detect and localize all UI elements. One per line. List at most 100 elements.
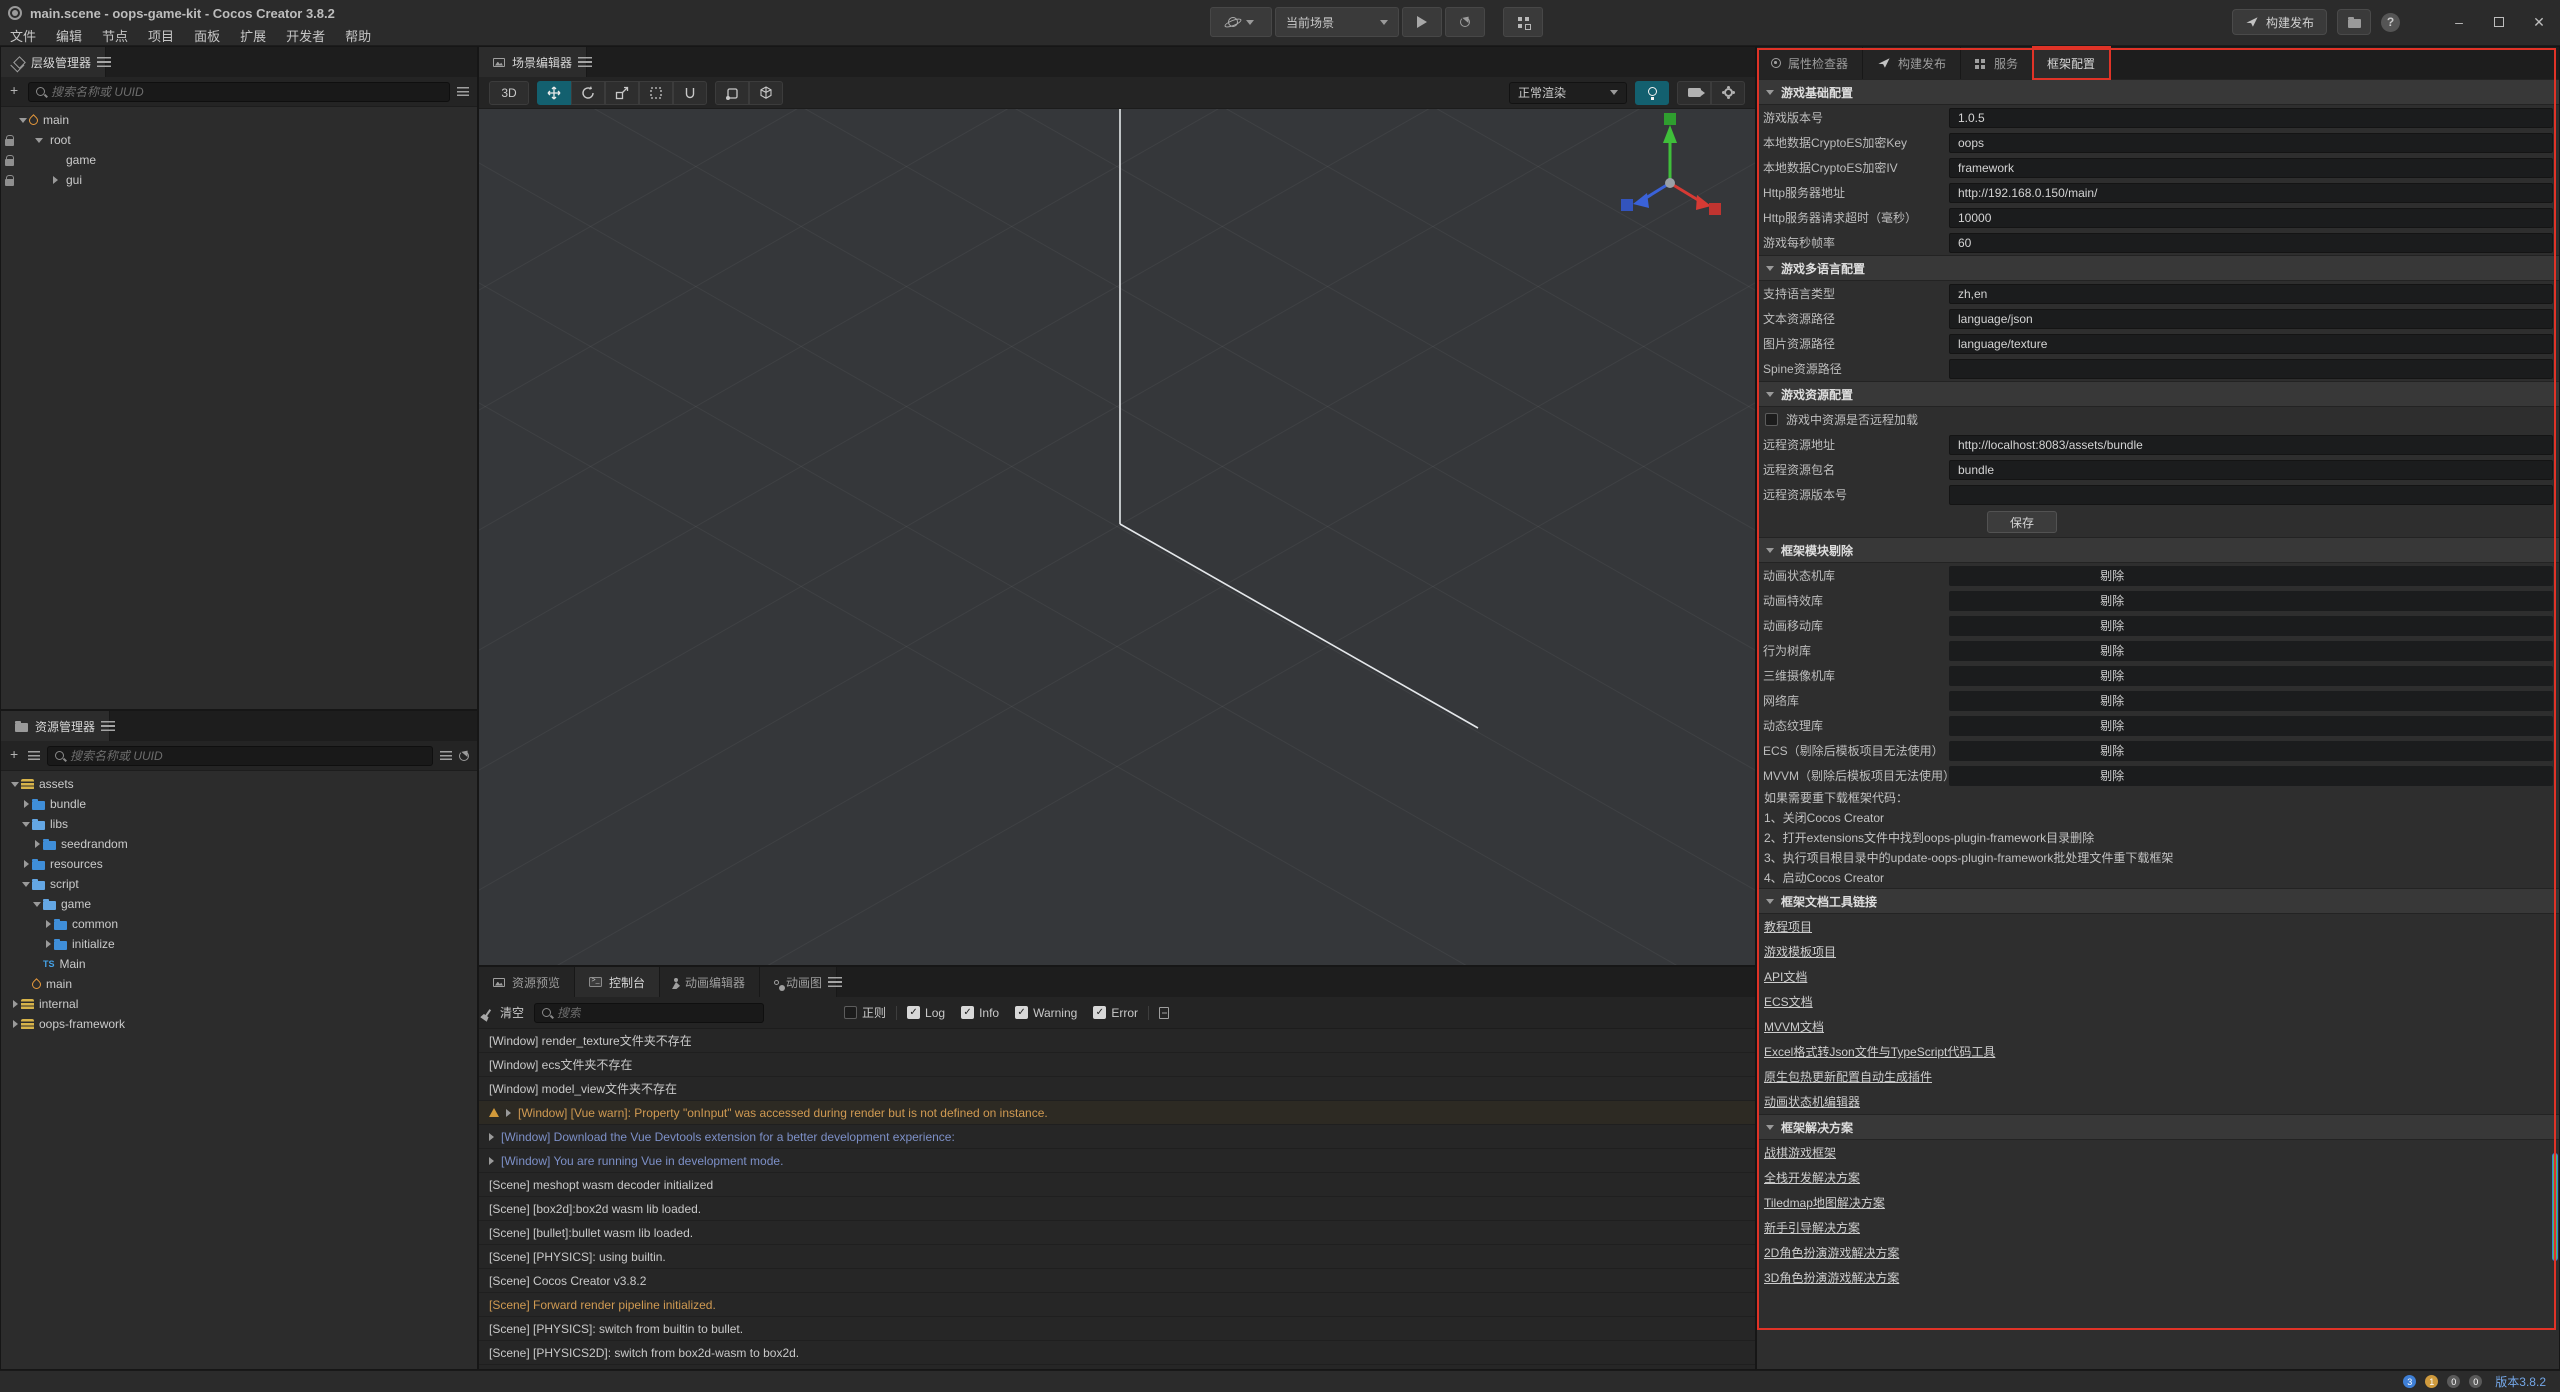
tab-scene-editor[interactable]: 场景编辑器 — [479, 47, 587, 77]
rect-tool-button[interactable] — [639, 81, 673, 105]
filter-error[interactable]: ✓Error — [1093, 1006, 1138, 1020]
chevron-right-icon[interactable] — [489, 1157, 494, 1165]
filter-log[interactable]: ✓Log — [907, 1006, 945, 1020]
remove-button[interactable]: 剔除 — [2100, 666, 2124, 686]
status-badge[interactable]: 1 — [2425, 1375, 2438, 1388]
chevron-down-icon[interactable] — [1766, 899, 1774, 904]
status-badge[interactable]: 3 — [2403, 1375, 2416, 1388]
doc-link[interactable]: 战棋游戏框架 — [1764, 1144, 1836, 1161]
tab-hierarchy[interactable]: 层级管理器 — [1, 47, 106, 77]
refresh-icon[interactable] — [459, 751, 469, 761]
toggle-3d-button[interactable]: 3D — [489, 81, 529, 105]
asset-item[interactable]: oops-framework — [1, 1014, 477, 1034]
chevron-right-icon[interactable] — [46, 920, 51, 928]
chevron-right-icon[interactable] — [13, 1020, 18, 1028]
add-node-button[interactable] — [9, 86, 21, 98]
maximize-button[interactable] — [2484, 9, 2514, 35]
chevron-right-icon[interactable] — [24, 860, 29, 868]
chevron-right-icon[interactable] — [46, 940, 51, 948]
chevron-right-icon[interactable] — [35, 840, 40, 848]
chevron-down-icon[interactable] — [33, 902, 41, 907]
scale-tool-button[interactable] — [605, 81, 639, 105]
log-row[interactable]: [Scene] [PHYSICS2D]: switch from box2d-w… — [479, 1341, 1755, 1365]
section-header[interactable]: 游戏多语言配置 — [1757, 255, 2559, 281]
assets-search-input[interactable]: 搜索名称或 UUID — [47, 746, 433, 766]
expander[interactable] — [20, 882, 32, 887]
doc-link[interactable]: ECS文档 — [1764, 993, 1813, 1010]
panel-menu-icon[interactable] — [101, 721, 115, 731]
remote-load-checkbox[interactable] — [1765, 413, 1778, 426]
field-input[interactable]: language/json — [1949, 309, 2553, 329]
log-row[interactable]: [Window] You are running Vue in developm… — [479, 1149, 1755, 1173]
doc-link[interactable]: 2D角色扮演游戏解决方案 — [1764, 1244, 1899, 1261]
log-row[interactable]: [Scene] [PHYSICS]: using builtin. — [479, 1245, 1755, 1269]
expander[interactable] — [20, 822, 32, 827]
menu-item[interactable]: 开发者 — [276, 26, 335, 45]
remove-button[interactable]: 剔除 — [2100, 691, 2124, 711]
doc-link[interactable]: MVVM文档 — [1764, 1018, 1824, 1035]
chevron-down-icon[interactable] — [1766, 392, 1774, 397]
remove-button[interactable]: 剔除 — [2100, 641, 2124, 661]
asset-item[interactable]: game — [1, 894, 477, 914]
hierarchy-search-input[interactable]: 搜索名称或 UUID — [28, 82, 450, 102]
expander[interactable] — [17, 118, 29, 123]
asset-item[interactable]: seedrandom — [1, 834, 477, 854]
doc-link[interactable]: 3D角色扮演游戏解决方案 — [1764, 1269, 1899, 1286]
field-input[interactable]: 10000 — [1949, 208, 2553, 228]
log-row[interactable]: [Window] [Vue warn]: Property "onInput" … — [479, 1101, 1755, 1125]
menu-item[interactable]: 帮助 — [335, 26, 381, 45]
expander[interactable] — [20, 800, 32, 808]
tab-属性检查器[interactable]: 属性检查器 — [1757, 47, 1863, 79]
hierarchy-node[interactable]: game — [1, 150, 477, 170]
doc-link[interactable]: 教程项目 — [1764, 918, 1812, 935]
section-header[interactable]: 框架模块剔除 — [1757, 537, 2559, 563]
asset-item[interactable]: bundle — [1, 794, 477, 814]
hierarchy-node[interactable]: gui — [1, 170, 477, 190]
console-search-input[interactable]: 搜索 — [534, 1003, 764, 1023]
field-input[interactable] — [1949, 359, 2553, 379]
hierarchy-node[interactable]: root — [1, 130, 477, 150]
asset-item[interactable]: libs — [1, 814, 477, 834]
chevron-down-icon[interactable] — [19, 118, 27, 123]
chevron-right-icon[interactable] — [13, 1000, 18, 1008]
close-button[interactable]: ✕ — [2524, 9, 2554, 35]
coordinate-toggle-button[interactable] — [749, 81, 783, 105]
chevron-right-icon[interactable] — [506, 1109, 511, 1117]
reload-button[interactable] — [1445, 7, 1485, 37]
doc-link[interactable]: Excel格式转Json文件与TypeScript代码工具 — [1764, 1043, 1995, 1060]
field-input[interactable]: language/texture — [1949, 334, 2553, 354]
chevron-down-icon[interactable] — [35, 138, 43, 143]
tab-框架配置[interactable]: 框架配置 — [2033, 47, 2110, 79]
doc-link[interactable]: 新手引导解决方案 — [1764, 1219, 1860, 1236]
field-input[interactable]: framework — [1949, 158, 2553, 178]
tab-动画编辑器[interactable]: 动画编辑器 — [660, 967, 760, 997]
save-button[interactable]: 保存 — [1987, 511, 2057, 533]
preview-platform-button[interactable] — [1210, 7, 1272, 37]
log-row[interactable]: [Scene] [PHYSICS]: switch from builtin t… — [479, 1317, 1755, 1341]
menu-item[interactable]: 文件 — [0, 26, 46, 45]
expander[interactable] — [9, 782, 21, 787]
ui-transform-tool-button[interactable] — [673, 81, 707, 105]
scene-settings-button[interactable] — [1711, 81, 1745, 105]
filter-icon[interactable] — [440, 751, 452, 760]
remove-button[interactable]: 剔除 — [2100, 616, 2124, 636]
build-publish-button[interactable]: 构建发布 — [2232, 9, 2327, 35]
panel-menu-icon[interactable] — [828, 977, 842, 987]
panel-menu-icon[interactable] — [578, 57, 592, 67]
remove-button[interactable]: 剔除 — [2100, 591, 2124, 611]
log-row[interactable]: [Window] render_texture文件夹不存在 — [479, 1029, 1755, 1053]
expander[interactable] — [31, 840, 43, 848]
chevron-down-icon[interactable] — [1766, 548, 1774, 553]
tab-服务[interactable]: 服务 — [1961, 47, 2033, 79]
log-row[interactable]: [Window] model_view文件夹不存在 — [479, 1077, 1755, 1101]
field-input[interactable]: oops — [1949, 133, 2553, 153]
doc-link[interactable]: 全栈开发解决方案 — [1764, 1169, 1860, 1186]
log-row[interactable]: [Scene] Forward render pipeline initiali… — [479, 1293, 1755, 1317]
status-badge[interactable]: 0 — [2447, 1375, 2460, 1388]
doc-link[interactable]: 动画状态机编辑器 — [1764, 1093, 1860, 1110]
log-row[interactable]: [Scene] [bullet]:bullet wasm lib loaded. — [479, 1221, 1755, 1245]
remove-button[interactable]: 剔除 — [2100, 741, 2124, 761]
field-input[interactable]: bundle — [1949, 460, 2553, 480]
clear-console-button[interactable]: 清空 — [487, 1004, 524, 1021]
chevron-right-icon[interactable] — [489, 1133, 494, 1141]
